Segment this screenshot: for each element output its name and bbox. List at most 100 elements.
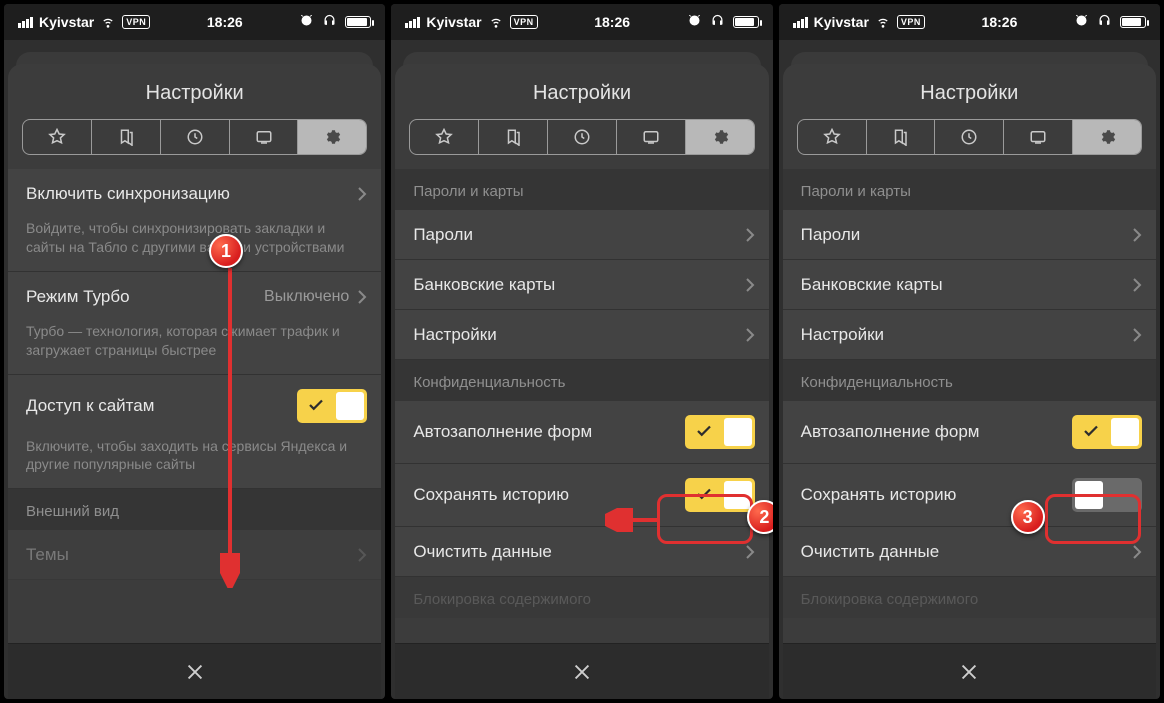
tab-tabs[interactable] xyxy=(230,120,299,154)
row-turbo[interactable]: Режим Турбо Выключено xyxy=(8,272,381,322)
row-card-settings[interactable]: Настройки xyxy=(783,310,1156,360)
row-save-history[interactable]: Сохранять историю xyxy=(783,464,1156,527)
phone-screen-1: Kyivstar VPN 18:26 Настройки xyxy=(4,4,385,699)
row-subtext: Турбо — технология, которая сжимает траф… xyxy=(8,322,381,375)
status-bar: Kyivstar VPN 18:26 xyxy=(391,4,772,40)
tab-bookmarks[interactable] xyxy=(867,120,936,154)
row-label: Доступ к сайтам xyxy=(26,396,297,416)
signal-icon xyxy=(793,17,808,28)
tab-bar xyxy=(409,119,754,155)
tab-history[interactable] xyxy=(935,120,1004,154)
row-enable-sync[interactable]: Включить синхронизацию xyxy=(8,169,381,219)
tab-settings[interactable] xyxy=(298,120,366,154)
status-time: 18:26 xyxy=(594,14,630,30)
row-label: Очистить данные xyxy=(801,542,1132,562)
chevron-right-icon xyxy=(1132,227,1142,243)
row-subtext: Войдите, чтобы синхронизировать закладки… xyxy=(8,219,381,272)
status-time: 18:26 xyxy=(982,14,1018,30)
row-bank-cards[interactable]: Банковские карты xyxy=(395,260,768,310)
signal-icon xyxy=(405,17,420,28)
row-autofill[interactable]: Автозаполнение форм xyxy=(783,401,1156,464)
headphones-icon xyxy=(710,13,725,31)
carrier-label: Kyivstar xyxy=(39,14,94,30)
headphones-icon xyxy=(1097,13,1112,31)
chevron-right-icon xyxy=(357,547,367,563)
tab-settings[interactable] xyxy=(686,120,754,154)
section-privacy: Конфиденциальность xyxy=(783,360,1156,401)
page-title: Настройки xyxy=(395,64,768,119)
section-passwords-cards: Пароли и карты xyxy=(783,169,1156,210)
chevron-right-icon xyxy=(1132,277,1142,293)
check-icon xyxy=(1082,422,1100,445)
row-label: Банковские карты xyxy=(801,275,1132,295)
row-label: Включить синхронизацию xyxy=(26,184,357,204)
row-card-settings[interactable]: Настройки xyxy=(395,310,768,360)
row-clear-data[interactable]: Очистить данные xyxy=(783,527,1156,577)
alarm-icon xyxy=(299,13,314,31)
tab-bookmarks[interactable] xyxy=(92,120,161,154)
headphones-icon xyxy=(322,13,337,31)
battery-icon xyxy=(1120,16,1146,28)
check-icon xyxy=(307,396,325,419)
chevron-right-icon xyxy=(357,289,367,305)
close-button[interactable] xyxy=(395,643,768,699)
row-autofill[interactable]: Автозаполнение форм xyxy=(395,401,768,464)
row-clear-data[interactable]: Очистить данные xyxy=(395,527,768,577)
status-bar: Kyivstar VPN 18:26 xyxy=(779,4,1160,40)
section-content-blocking: Блокировка содержимого xyxy=(395,577,768,618)
carrier-label: Kyivstar xyxy=(814,14,869,30)
annotation-badge-3: 3 xyxy=(1011,500,1045,534)
row-label: Настройки xyxy=(801,325,1132,345)
row-label: Пароли xyxy=(413,225,744,245)
row-site-access[interactable]: Доступ к сайтам xyxy=(8,375,381,437)
tab-favorites[interactable] xyxy=(23,120,92,154)
wifi-icon xyxy=(488,13,504,32)
toggle-autofill[interactable] xyxy=(685,415,755,449)
row-passwords[interactable]: Пароли xyxy=(395,210,768,260)
row-bank-cards[interactable]: Банковские карты xyxy=(783,260,1156,310)
close-button[interactable] xyxy=(8,643,381,699)
row-themes[interactable]: Темы xyxy=(8,530,381,580)
battery-icon xyxy=(733,16,759,28)
page-title: Настройки xyxy=(783,64,1156,119)
chevron-right-icon xyxy=(357,186,367,202)
row-label: Банковские карты xyxy=(413,275,744,295)
row-passwords[interactable]: Пароли xyxy=(783,210,1156,260)
vpn-badge: VPN xyxy=(122,15,150,29)
phone-screen-2: Kyivstar VPN 18:26 Настройки Парол xyxy=(391,4,772,699)
tab-bar xyxy=(797,119,1142,155)
annotation-badge-2: 2 xyxy=(747,500,772,534)
row-subtext: Включите, чтобы заходить на сервисы Янде… xyxy=(8,437,381,490)
toggle-site-access[interactable] xyxy=(297,389,367,423)
row-label: Пароли xyxy=(801,225,1132,245)
section-passwords-cards: Пароли и карты xyxy=(395,169,768,210)
carrier-label: Kyivstar xyxy=(426,14,481,30)
vpn-badge: VPN xyxy=(897,15,925,29)
row-label: Настройки xyxy=(413,325,744,345)
tab-bookmarks[interactable] xyxy=(479,120,548,154)
chevron-right-icon xyxy=(745,277,755,293)
tab-tabs[interactable] xyxy=(617,120,686,154)
tab-bar xyxy=(22,119,367,155)
chevron-right-icon xyxy=(745,544,755,560)
toggle-autofill[interactable] xyxy=(1072,415,1142,449)
wifi-icon xyxy=(100,13,116,32)
row-save-history[interactable]: Сохранять историю xyxy=(395,464,768,527)
check-icon xyxy=(695,422,713,445)
chevron-right-icon xyxy=(1132,327,1142,343)
close-button[interactable] xyxy=(783,643,1156,699)
vpn-badge: VPN xyxy=(510,15,538,29)
tab-favorites[interactable] xyxy=(798,120,867,154)
tab-settings[interactable] xyxy=(1073,120,1141,154)
section-privacy: Конфиденциальность xyxy=(395,360,768,401)
toggle-save-history[interactable] xyxy=(685,478,755,512)
row-label: Режим Турбо xyxy=(26,287,264,307)
tab-tabs[interactable] xyxy=(1004,120,1073,154)
toggle-save-history[interactable] xyxy=(1072,478,1142,512)
row-label: Автозаполнение форм xyxy=(413,422,684,442)
chevron-right-icon xyxy=(745,227,755,243)
tab-favorites[interactable] xyxy=(410,120,479,154)
tab-history[interactable] xyxy=(161,120,230,154)
tab-history[interactable] xyxy=(548,120,617,154)
row-label: Очистить данные xyxy=(413,542,744,562)
